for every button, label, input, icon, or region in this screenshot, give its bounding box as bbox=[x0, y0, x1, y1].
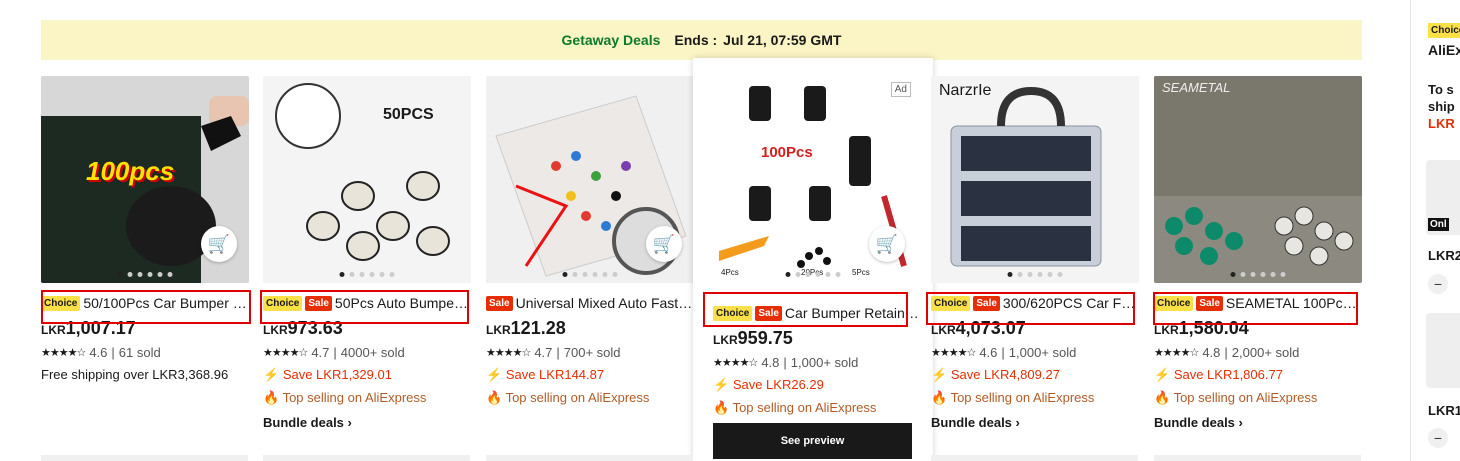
top-selling-label: 🔥 Top selling on AliExpress bbox=[713, 400, 877, 415]
sale-badge: Sale bbox=[486, 295, 513, 311]
deals-banner[interactable]: Getaway Deals Ends : Jul 21, 07:59 GMT bbox=[41, 20, 1362, 60]
sidebar-ship-text: To s bbox=[1428, 82, 1454, 97]
cart-icon: 🛒 bbox=[875, 233, 899, 254]
highlight-box bbox=[41, 290, 251, 324]
image-carousel-dots[interactable] bbox=[339, 272, 395, 277]
product-card[interactable]: NarzrIe Choice Sale 300/620PCS Car Faste… bbox=[931, 76, 1139, 430]
banner-ends: Ends : Jul 21, 07:59 GMT bbox=[674, 32, 842, 48]
product-price: LKR121.28 bbox=[486, 318, 566, 338]
next-row-card bbox=[486, 455, 693, 461]
sidebar-product-image[interactable] bbox=[1426, 313, 1460, 388]
product-price: LKR959.75 bbox=[713, 328, 793, 348]
image-carousel-dots[interactable] bbox=[562, 272, 618, 277]
banner-title: Getaway Deals bbox=[561, 32, 661, 48]
top-selling-label: 🔥 Top selling on AliExpress bbox=[931, 390, 1095, 405]
product-card[interactable]: 100pcs 🛒 Choice 50/100Pcs Car Bumper Ret… bbox=[41, 76, 249, 382]
add-to-cart-button[interactable]: 🛒 bbox=[869, 226, 905, 262]
sidebar-ship-price: LKR bbox=[1428, 116, 1455, 131]
sidebar-brand: AliEx bbox=[1428, 42, 1460, 58]
image-carousel-dots[interactable] bbox=[117, 272, 173, 277]
ad-badge: Ad bbox=[890, 82, 911, 97]
product-image[interactable]: NarzrIe bbox=[931, 76, 1139, 283]
product-title[interactable]: Universal Mixed Auto Fastener bbox=[516, 295, 694, 311]
next-row-card bbox=[1154, 455, 1361, 461]
top-selling-label: 🔥 Top selling on AliExpress bbox=[486, 390, 650, 405]
save-amount: ⚡ Save LKR144.87 bbox=[486, 367, 605, 382]
shipping-info: Free shipping over LKR3,368.96 bbox=[41, 367, 229, 382]
image-caption: 50PCS bbox=[383, 106, 434, 123]
product-rating: ★★★★☆ 4.7 | 700+ sold bbox=[486, 345, 621, 360]
star-icons: ★★★★☆ bbox=[1154, 347, 1199, 359]
product-rating: ★★★★☆ 4.7 | 4000+ sold bbox=[263, 345, 405, 360]
highlight-box bbox=[703, 292, 908, 327]
minus-button[interactable]: − bbox=[1428, 274, 1448, 294]
sidebar-ship-text: ship bbox=[1428, 99, 1455, 114]
choice-badge: Choice bbox=[1428, 23, 1460, 38]
product-image[interactable]: SEAMETAL bbox=[1154, 76, 1362, 283]
top-selling-label: 🔥 Top selling on AliExpress bbox=[1154, 390, 1318, 405]
product-rating: ★★★★☆ 4.6 | 1,000+ sold bbox=[931, 345, 1077, 360]
image-caption: 100Pcs bbox=[761, 144, 813, 161]
save-amount: ⚡ Save LKR4,809.27 bbox=[931, 367, 1060, 382]
add-to-cart-button[interactable]: 🛒 bbox=[201, 226, 237, 262]
image-caption: SEAMETAL bbox=[1162, 80, 1231, 95]
highlight-box bbox=[1153, 292, 1358, 325]
next-row-card bbox=[263, 455, 470, 461]
next-row-card bbox=[931, 455, 1138, 461]
highlight-box bbox=[260, 290, 469, 324]
sidebar-price: LKR1 bbox=[1428, 403, 1460, 418]
product-rating: ★★★★☆ 4.8 | 2,000+ sold bbox=[1154, 345, 1300, 360]
top-selling-label: 🔥 Top selling on AliExpress bbox=[263, 390, 427, 405]
right-sidebar: Choice AliEx To s ship LKR Onl LKR2 − LK… bbox=[1410, 0, 1460, 461]
see-preview-button[interactable]: See preview bbox=[713, 423, 912, 459]
bundle-deals-link[interactable]: Bundle deals › bbox=[1154, 415, 1362, 430]
image-label: 4Pcs bbox=[721, 268, 739, 277]
product-card[interactable]: 50PCS Choice Sale 50Pcs Auto Bumper Fast… bbox=[263, 76, 471, 430]
sidebar-badge: Onl bbox=[1428, 218, 1449, 231]
product-image[interactable]: 100pcs 🛒 bbox=[41, 76, 249, 283]
product-title-row[interactable]: Sale Universal Mixed Auto Fastener bbox=[486, 293, 694, 313]
product-rating: ★★★★☆ 4.8 | 1,000+ sold bbox=[713, 355, 859, 370]
image-carousel-dots[interactable] bbox=[1007, 272, 1063, 277]
product-card[interactable]: 🛒 Sale Universal Mixed Auto Fastener LKR… bbox=[486, 76, 694, 406]
image-caption: NarzrIe bbox=[939, 82, 992, 99]
product-card-hovered[interactable]: 100Pcs 4Pcs 20Pcs 5Pcs Ad 🛒 Choice Sale … bbox=[693, 58, 933, 461]
save-amount: ⚡ Save LKR26.29 bbox=[713, 377, 824, 392]
image-carousel-dots[interactable] bbox=[1230, 272, 1286, 277]
add-to-cart-button[interactable]: 🛒 bbox=[646, 226, 682, 262]
star-icons: ★★★★☆ bbox=[713, 357, 758, 369]
cart-icon: 🛒 bbox=[652, 233, 676, 254]
sidebar-price: LKR2 bbox=[1428, 248, 1460, 263]
star-icons: ★★★★☆ bbox=[931, 347, 976, 359]
bundle-deals-link[interactable]: Bundle deals › bbox=[263, 415, 471, 430]
product-image[interactable]: 100Pcs 4Pcs 20Pcs 5Pcs Ad 🛒 bbox=[709, 76, 917, 283]
bundle-deals-link[interactable]: Bundle deals › bbox=[931, 415, 1139, 430]
minus-button[interactable]: − bbox=[1428, 428, 1448, 448]
product-card[interactable]: SEAMETAL Choice Sale SEAMETAL 100Pcs Car… bbox=[1154, 76, 1362, 430]
star-icons: ★★★★☆ bbox=[41, 347, 86, 359]
image-carousel-dots[interactable] bbox=[785, 272, 841, 277]
product-image[interactable]: 🛒 bbox=[486, 76, 694, 283]
product-image[interactable]: 50PCS bbox=[263, 76, 471, 283]
save-amount: ⚡ Save LKR1,329.01 bbox=[263, 367, 392, 382]
save-amount: ⚡ Save LKR1,806.77 bbox=[1154, 367, 1283, 382]
image-caption: 100pcs bbox=[86, 156, 175, 186]
image-label: 5Pcs bbox=[852, 268, 870, 277]
star-icons: ★★★★☆ bbox=[486, 347, 531, 359]
product-rating: ★★★★☆ 4.6 | 61 sold bbox=[41, 345, 161, 360]
highlight-box bbox=[926, 292, 1135, 325]
star-icons: ★★★★☆ bbox=[263, 347, 308, 359]
next-row-card bbox=[41, 455, 248, 461]
cart-icon: 🛒 bbox=[207, 233, 231, 254]
